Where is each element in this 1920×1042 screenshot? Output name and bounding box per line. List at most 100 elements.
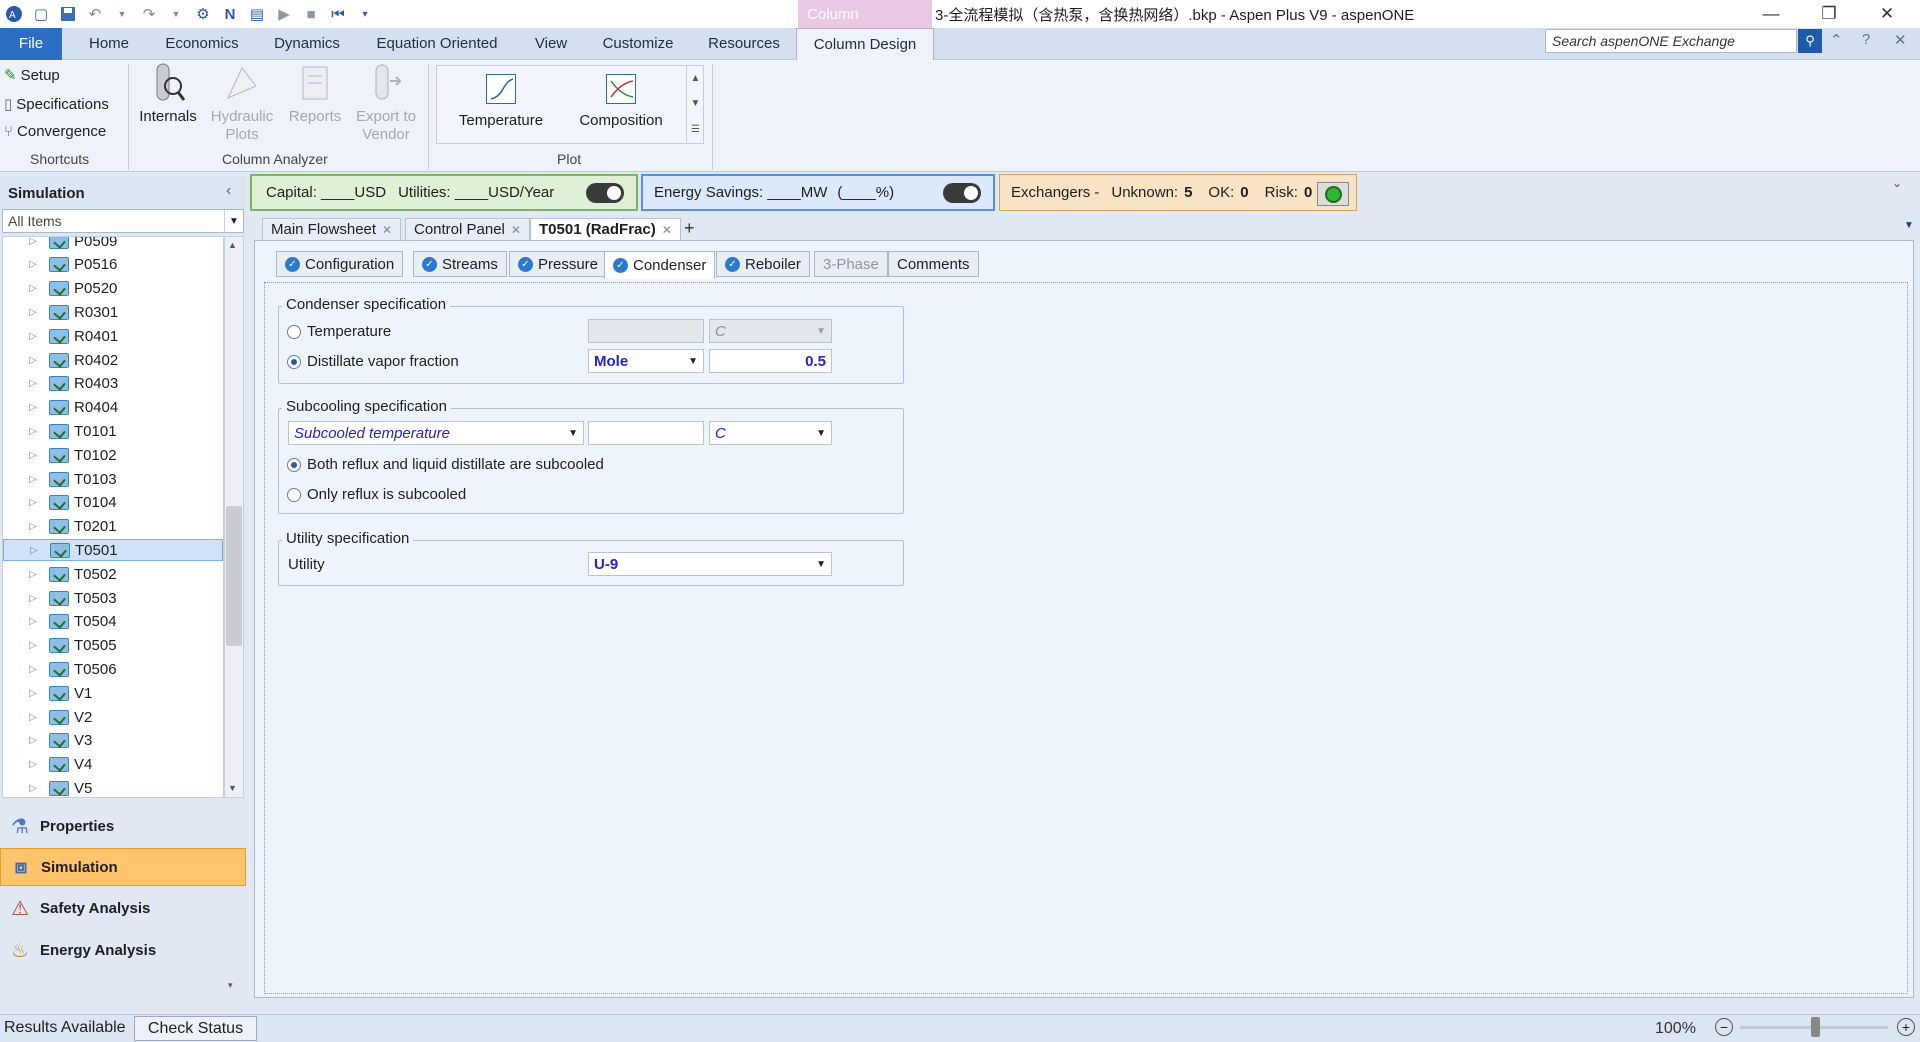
tree-item[interactable]: ▷ V1 xyxy=(3,682,223,704)
tree-item[interactable]: ▷ T0505 xyxy=(3,635,223,657)
tab-condenser[interactable]: ✓ Condenser xyxy=(604,251,716,279)
tree-item[interactable]: ▷ V3 xyxy=(3,730,223,752)
convergence-shortcut[interactable]: ⑂ Convergence xyxy=(4,123,106,140)
expand-arrow-icon[interactable]: ▷ xyxy=(29,283,39,294)
next-icon[interactable]: N xyxy=(220,4,240,24)
aspen-logo-icon[interactable]: A xyxy=(4,4,24,24)
stop-icon[interactable]: ■ xyxy=(301,4,321,24)
close-tab-icon[interactable]: ✕ xyxy=(382,223,392,237)
expand-arrow-icon[interactable]: ▷ xyxy=(29,355,39,366)
expand-arrow-icon[interactable]: ▷ xyxy=(29,735,39,746)
zoom-in-icon[interactable]: + xyxy=(1897,1018,1915,1036)
check-status-button[interactable]: Check Status xyxy=(134,1016,257,1041)
expand-arrow-icon[interactable]: ▷ xyxy=(29,521,39,532)
gallery-more-icon[interactable]: ☰ xyxy=(691,124,700,135)
new-icon[interactable]: ▢ xyxy=(31,4,51,24)
scroll-up-icon[interactable]: ▲ xyxy=(228,240,237,250)
tree-item[interactable]: ▷ R0301 xyxy=(3,301,223,323)
tab-list-icon[interactable]: ▼ xyxy=(1904,220,1914,231)
help-icon[interactable]: ? xyxy=(1862,31,1870,48)
gallery-down-icon[interactable]: ▼ xyxy=(691,98,701,109)
subcooled-temperature-input[interactable] xyxy=(588,421,704,445)
search-exchange-input[interactable]: Search aspenONE Exchange xyxy=(1545,29,1797,53)
tree-item[interactable]: ▷ V5 xyxy=(3,777,223,797)
close-button[interactable]: ✕ xyxy=(1864,0,1910,28)
subcool-both-radio[interactable] xyxy=(287,457,301,472)
expand-arrow-icon[interactable]: ▷ xyxy=(29,402,39,413)
search-icon[interactable]: ⚲ xyxy=(1798,29,1822,53)
restore-button[interactable]: ❐ xyxy=(1806,0,1852,28)
expand-arrow-icon[interactable]: ▷ xyxy=(29,759,39,770)
subcool-reflux-only-option[interactable]: Only reflux is subcooled xyxy=(287,486,466,503)
reports-button[interactable]: Reports xyxy=(286,62,344,126)
undo-icon[interactable]: ↶ xyxy=(85,4,105,24)
save-icon[interactable] xyxy=(58,4,78,24)
tree-item[interactable]: ▷ P0520 xyxy=(3,278,223,300)
tree-scroll-thumb[interactable] xyxy=(226,506,242,646)
minimize-button[interactable]: — xyxy=(1748,0,1794,28)
chevron-down-icon[interactable]: ▼ xyxy=(224,210,243,232)
expand-arrow-icon[interactable]: ▷ xyxy=(29,688,39,699)
expand-arrow-icon[interactable]: ▷ xyxy=(29,426,39,437)
navigator-filter-select[interactable]: All Items xyxy=(2,209,244,233)
expand-arrow-icon[interactable]: ▷ xyxy=(29,593,39,604)
gallery-up-icon[interactable]: ▲ xyxy=(691,73,701,84)
expand-arrow-icon[interactable]: ▷ xyxy=(29,237,39,247)
nav-safety-analysis[interactable]: ⚠ Safety Analysis xyxy=(0,889,246,927)
tree-item[interactable]: ▷ T0101 xyxy=(3,420,223,442)
tree-item[interactable]: ▷ T0103 xyxy=(3,468,223,490)
collapse-navigator-icon[interactable]: ‹ xyxy=(226,182,231,200)
tree-item[interactable]: ▷ T0104 xyxy=(3,492,223,514)
tab-view[interactable]: View xyxy=(526,28,576,60)
plot-gallery-scroller[interactable]: ▲ ▼ ☰ xyxy=(686,66,704,142)
internals-button[interactable]: Internals xyxy=(138,62,198,126)
doc-tab-control-panel[interactable]: Control Panel ✕ xyxy=(405,218,530,240)
tab-configuration[interactable]: ✓ Configuration xyxy=(276,251,404,277)
hydraulic-plots-button[interactable]: Hydraulic Plots xyxy=(208,62,276,144)
add-tab-icon[interactable]: + xyxy=(684,218,695,239)
expand-arrow-icon[interactable]: ▷ xyxy=(29,378,39,389)
chevron-down-icon[interactable]: ▼ xyxy=(688,356,698,367)
expand-arrow-icon[interactable]: ▷ xyxy=(30,545,40,556)
temperature-plot-button[interactable]: Temperature xyxy=(450,74,552,130)
setup-shortcut[interactable]: ✎ Setup xyxy=(4,66,60,85)
flowsheet-icon[interactable]: ⚙ xyxy=(193,4,213,24)
expand-arrow-icon[interactable]: ▷ xyxy=(29,712,39,723)
ribbon-expand-icon[interactable]: ⌄ xyxy=(1892,176,1902,190)
expand-arrow-icon[interactable]: ▷ xyxy=(29,259,39,270)
tree-item[interactable]: ▷ T0504 xyxy=(3,611,223,633)
tab-economics[interactable]: Economics xyxy=(156,28,248,60)
tree-item[interactable]: ▷ R0401 xyxy=(3,325,223,347)
composition-plot-button[interactable]: Composition xyxy=(568,74,674,130)
tree-item[interactable]: ▷ R0404 xyxy=(3,397,223,419)
expand-arrow-icon[interactable]: ▷ xyxy=(29,331,39,342)
nav-more-icon[interactable]: ▾ xyxy=(228,980,233,991)
tab-comments[interactable]: Comments xyxy=(888,251,979,277)
tree-item[interactable]: ▷ P0509 xyxy=(3,237,223,252)
tab-streams[interactable]: ✓ Streams xyxy=(413,251,507,277)
tree-item[interactable]: ▷ R0403 xyxy=(3,373,223,395)
tree-item[interactable]: ▷ T0102 xyxy=(3,444,223,466)
tab-dynamics[interactable]: Dynamics xyxy=(266,28,348,60)
nav-energy-analysis[interactable]: ♨ Energy Analysis xyxy=(0,931,246,969)
tab-resources[interactable]: Resources xyxy=(702,28,786,60)
redo-icon[interactable]: ↷ xyxy=(139,4,159,24)
expand-arrow-icon[interactable]: ▷ xyxy=(29,664,39,675)
vapor-fraction-basis-select[interactable]: Mole ▼ xyxy=(588,349,704,373)
expand-arrow-icon[interactable]: ▷ xyxy=(29,616,39,627)
tree-item[interactable]: ▷ T0501 xyxy=(3,539,223,562)
close-ribbon-icon[interactable]: ✕ xyxy=(1894,31,1907,49)
economics-toggle[interactable] xyxy=(586,183,624,203)
tab-3-phase[interactable]: 3-Phase xyxy=(814,251,888,277)
chevron-down-icon[interactable]: ▼ xyxy=(816,559,826,570)
export-to-vendor-button[interactable]: Export to Vendor xyxy=(352,62,420,144)
doc-tab-main-flowsheet[interactable]: Main Flowsheet ✕ xyxy=(262,218,402,240)
run-icon[interactable]: ▶ xyxy=(274,4,294,24)
subcooled-temperature-unit-select[interactable]: C ▼ xyxy=(709,421,832,445)
expand-arrow-icon[interactable]: ▷ xyxy=(29,307,39,318)
temperature-option[interactable]: Temperature xyxy=(287,323,391,340)
tree-item[interactable]: ▷ T0506 xyxy=(3,658,223,680)
vapor-fraction-value-input[interactable]: 0.5 xyxy=(709,349,832,373)
tab-column-design[interactable]: Column Design xyxy=(796,28,934,60)
distillate-vapor-fraction-option[interactable]: Distillate vapor fraction xyxy=(287,353,459,370)
